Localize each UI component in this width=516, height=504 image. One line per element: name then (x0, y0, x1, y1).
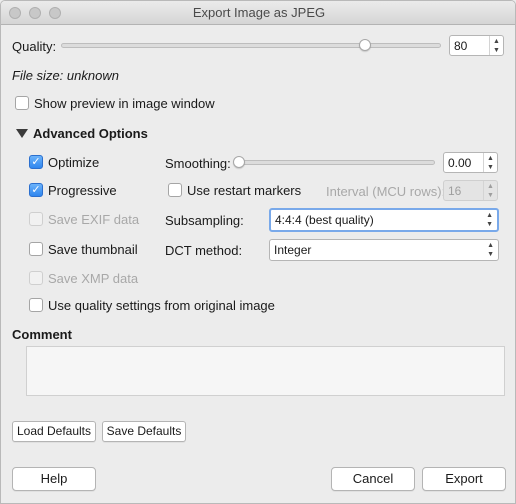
quality-slider-knob[interactable] (359, 39, 371, 51)
save-thumbnail-checkbox[interactable] (29, 242, 43, 256)
smoothing-slider[interactable] (235, 160, 435, 165)
subsampling-label: Subsampling: (165, 213, 244, 228)
dropdown-arrows-icon: ▲ ▼ (487, 242, 494, 258)
show-preview-checkbox[interactable] (15, 96, 29, 110)
quality-spinner[interactable]: 80 ▲ ▼ (449, 35, 504, 56)
export-dialog: Export Image as JPEG Quality: 80 ▲ ▼ File… (0, 0, 516, 504)
dropdown-arrows-icon: ▲ ▼ (486, 212, 493, 228)
save-exif-checkbox[interactable] (29, 212, 43, 226)
spinner-arrows-icon[interactable]: ▲ ▼ (489, 36, 503, 55)
smoothing-slider-knob[interactable] (233, 156, 245, 168)
save-defaults-button[interactable]: Save Defaults (102, 421, 186, 442)
save-xmp-checkbox[interactable] (29, 271, 43, 285)
show-preview-label: Show preview in image window (34, 96, 215, 111)
help-button[interactable]: Help (12, 467, 96, 491)
cancel-button[interactable]: Cancel (331, 467, 415, 491)
spinner-arrows-icon[interactable]: ▲ ▼ (483, 153, 497, 172)
subsampling-value: 4:4:4 (best quality) (275, 213, 374, 227)
dct-method-value: Integer (274, 243, 312, 257)
optimize-checkbox[interactable]: ✓ (29, 155, 43, 169)
progressive-checkbox[interactable]: ✓ (29, 183, 43, 197)
window-title: Export Image as JPEG (192, 5, 326, 20)
comment-label: Comment (12, 327, 72, 342)
quality-value: 80 (454, 39, 468, 53)
smoothing-spinner[interactable]: 0.00 ▲ ▼ (443, 152, 498, 173)
use-original-quality-checkbox[interactable] (29, 298, 43, 312)
interval-label: Interval (MCU rows): (326, 184, 446, 199)
quality-slider[interactable] (61, 43, 441, 48)
use-original-quality-label: Use quality settings from original image (48, 298, 275, 313)
smoothing-value: 0.00 (448, 156, 472, 170)
interval-spinner[interactable]: 16 ▲ ▼ (443, 180, 498, 201)
save-xmp-label: Save XMP data (48, 271, 139, 286)
save-exif-label: Save EXIF data (48, 212, 140, 227)
export-button[interactable]: Export (422, 467, 506, 491)
file-size-text: File size: unknown (12, 68, 119, 83)
progressive-label: Progressive (48, 183, 117, 198)
advanced-options-header[interactable]: Advanced Options (33, 126, 148, 141)
spinner-arrows-icon: ▲ ▼ (483, 181, 497, 200)
interval-value: 16 (448, 184, 462, 198)
quality-label: Quality: (12, 39, 57, 54)
dct-method-label: DCT method: (165, 243, 243, 258)
restart-markers-checkbox[interactable] (168, 183, 182, 197)
dct-method-dropdown[interactable]: Integer ▲ ▼ (269, 239, 499, 261)
load-defaults-button[interactable]: Load Defaults (12, 421, 96, 442)
optimize-label: Optimize (48, 155, 100, 170)
restart-markers-label: Use restart markers (187, 183, 302, 198)
smoothing-label: Smoothing: (165, 156, 231, 171)
subsampling-dropdown[interactable]: 4:4:4 (best quality) ▲ ▼ (269, 208, 499, 232)
title-bar: Export Image as JPEG (1, 1, 515, 25)
expander-triangle-icon[interactable] (16, 129, 28, 138)
comment-textarea[interactable] (26, 346, 505, 396)
save-thumbnail-label: Save thumbnail (48, 242, 138, 257)
